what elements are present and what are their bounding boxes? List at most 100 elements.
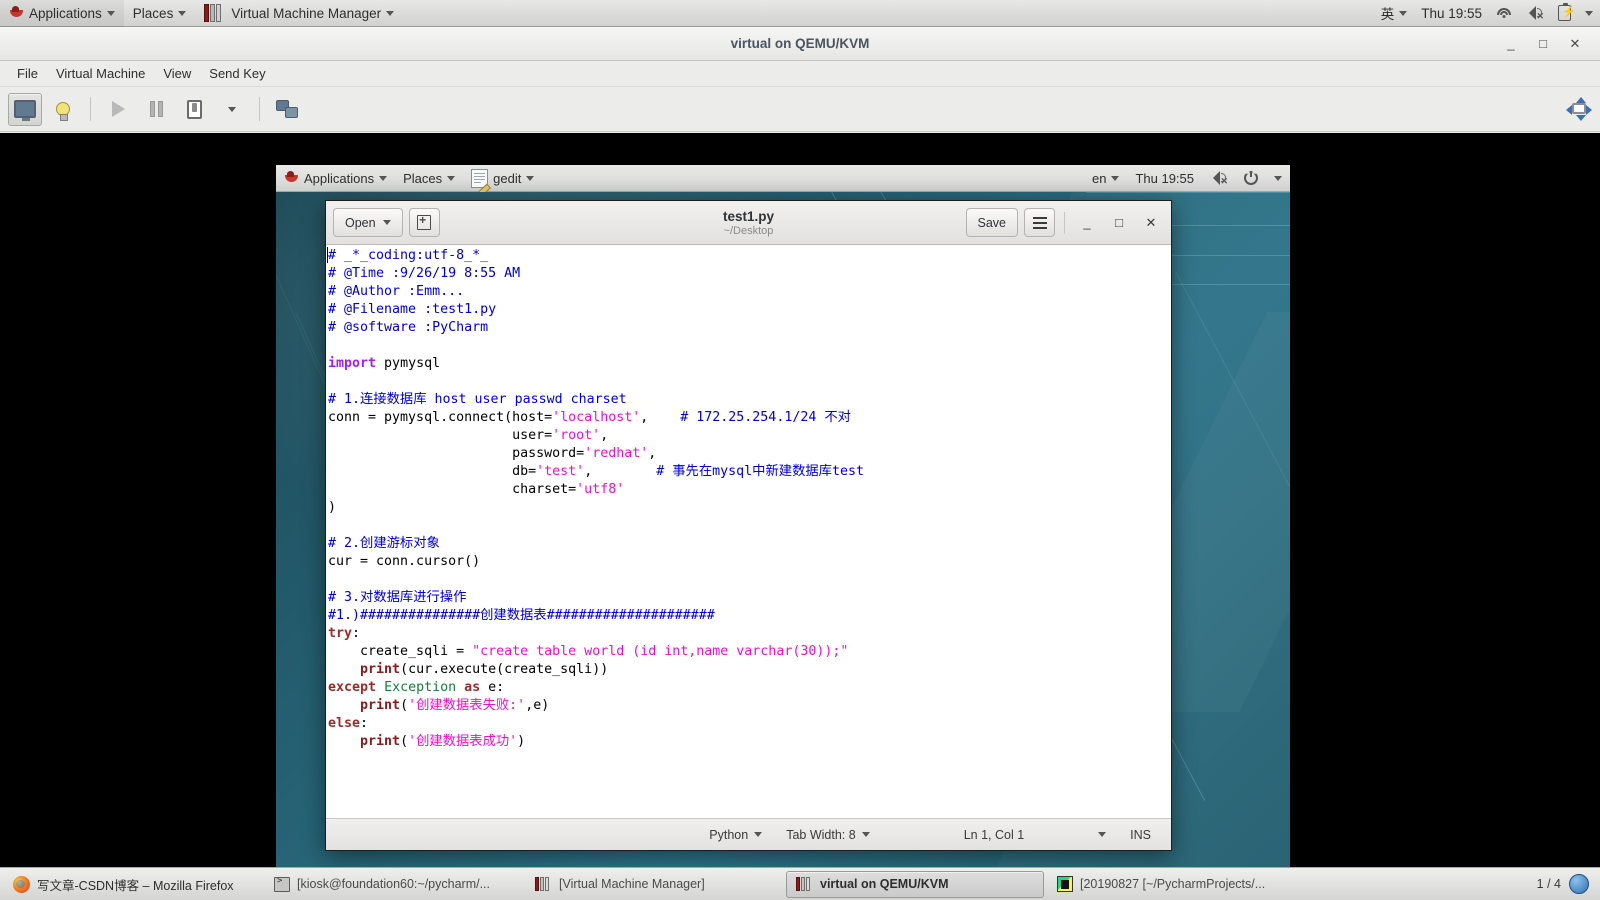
insert-mode-label: INS	[1130, 827, 1151, 842]
chevron-down-icon	[382, 220, 391, 225]
tab-width-selector[interactable]: Tab Width: 8	[774, 828, 881, 842]
host-clock[interactable]: Thu 19:55	[1414, 0, 1489, 27]
new-document-button[interactable]	[408, 208, 440, 237]
code-line: # @Time :9/26/19 8:55 AM	[328, 265, 1171, 283]
volume-indicator[interactable]: ✕	[1519, 0, 1551, 27]
workspace-indicator[interactable]: 1 / 4	[1537, 877, 1561, 891]
save-button[interactable]: Save	[965, 208, 1018, 237]
pause-button[interactable]	[139, 93, 173, 126]
taskbar-item-virtual-qemu-kvm[interactable]: virtual on QEMU/KVM	[786, 870, 1044, 898]
code-token: # 事先在mysql中新建数据库test	[656, 464, 864, 479]
code-token: # @Author :Emm...	[328, 284, 465, 299]
gedit-window: Open test1.py ~/Desktop	[325, 200, 1172, 851]
open-button-label: Open	[345, 215, 376, 230]
vmm-close-button[interactable]: ✕	[1560, 31, 1590, 57]
guest-places-menu[interactable]: Places	[395, 165, 463, 192]
tab-width-label: Tab Width: 8	[786, 827, 856, 842]
show-details-button[interactable]	[46, 93, 80, 126]
run-button[interactable]	[101, 93, 135, 126]
guest-display-area[interactable]: Applications Places gedit en Thu 19:55 ✕…	[0, 133, 1600, 897]
host-places-menu[interactable]: Places	[124, 0, 196, 27]
guest-active-app-menu[interactable]: gedit	[463, 165, 542, 192]
show-console-button[interactable]	[8, 92, 42, 126]
gedit-minimize-button[interactable]: _	[1074, 210, 1100, 236]
code-token: password=	[328, 446, 585, 461]
code-token: try	[328, 626, 353, 641]
code-line: print('创建数据表失败:',e)	[328, 697, 1171, 715]
code-token: import	[328, 356, 377, 371]
wifi-icon	[1496, 7, 1512, 20]
language-label: Python	[709, 827, 749, 842]
guest-volume-indicator[interactable]: ✕	[1202, 165, 1236, 192]
gedit-close-button[interactable]: ✕	[1138, 210, 1164, 236]
wifi-indicator[interactable]	[1489, 0, 1519, 27]
input-method-indicator[interactable]: 英	[1374, 0, 1415, 27]
guest-power-menu[interactable]	[1236, 165, 1266, 192]
fullscreen-button[interactable]	[1566, 97, 1592, 121]
guest-applications-menu[interactable]: Applications	[276, 165, 395, 192]
gedit-maximize-button[interactable]: □	[1106, 210, 1132, 236]
code-token: print	[360, 698, 401, 713]
menu-view[interactable]: View	[154, 63, 200, 84]
chevron-down-icon	[1585, 10, 1593, 16]
speaker-muted-icon: ✕	[1210, 171, 1228, 186]
code-token: ,	[600, 428, 609, 443]
power-switch-icon	[186, 99, 202, 119]
menu-file[interactable]: File	[8, 63, 47, 84]
taskbar-item-vmm[interactable]: [Virtual Machine Manager]	[525, 871, 783, 898]
redhat-icon	[9, 6, 24, 20]
gedit-text-area[interactable]: # _*_coding:utf-8_*_ # @Time :9/26/19 8:5…	[326, 245, 1171, 818]
system-menu-toggle[interactable]	[1578, 0, 1600, 27]
new-document-icon	[417, 213, 432, 230]
guest-system-menu-toggle[interactable]	[1266, 165, 1290, 192]
code-line: # 1.连接数据库 host user passwd charset	[328, 391, 1171, 409]
guest-clock[interactable]: Thu 19:55	[1127, 165, 1202, 192]
taskbar-item-terminal[interactable]: [kiosk@foundation60:~/pycharm/...	[264, 871, 522, 898]
save-button-label: Save	[977, 215, 1007, 230]
code-line: db='test', # 事先在mysql中新建数据库test	[328, 463, 1171, 481]
code-token: # 3.对数据库进行操作	[328, 590, 467, 605]
battery-indicator[interactable]: ⚡	[1551, 0, 1578, 27]
gedit-headerbar: Open test1.py ~/Desktop	[326, 201, 1171, 245]
shutdown-options-button[interactable]	[215, 93, 249, 126]
insert-mode-indicator: INS	[1118, 828, 1163, 842]
snapshots-button[interactable]	[270, 93, 304, 126]
pause-icon	[149, 101, 163, 117]
terminal-icon	[274, 876, 290, 892]
vmm-maximize-button[interactable]: □	[1528, 31, 1558, 57]
guest-keyboard-indicator[interactable]: en	[1084, 165, 1127, 192]
code-line: user='root',	[328, 427, 1171, 445]
language-selector[interactable]: Python	[697, 828, 774, 842]
code-token: )	[517, 734, 526, 749]
menu-send-key[interactable]: Send Key	[200, 63, 274, 84]
firefox-icon	[13, 875, 30, 893]
code-token: # 2.创建游标对象	[328, 536, 440, 551]
show-desktop-button[interactable]	[1569, 874, 1589, 894]
host-active-app-menu[interactable]: Virtual Machine Manager	[195, 0, 403, 27]
taskbar-item-firefox[interactable]: 写文章-CSDN博客 – Mozilla Firefox	[3, 871, 261, 898]
chevron-down-icon	[106, 10, 115, 16]
code-token: # @Time :9/26/19 8:55 AM	[328, 266, 521, 281]
chevron-down-icon	[861, 832, 870, 837]
speaker-muted-icon: ✕	[1526, 6, 1544, 21]
open-button[interactable]: Open	[333, 208, 403, 237]
chevron-down-icon	[386, 10, 395, 16]
code-token: ,	[584, 464, 657, 479]
menu-virtual-machine[interactable]: Virtual Machine	[47, 63, 154, 84]
vmm-minimize-button[interactable]: _	[1496, 31, 1526, 57]
shutdown-button[interactable]	[177, 93, 211, 126]
source-code-view[interactable]: # _*_coding:utf-8_*_ # @Time :9/26/19 8:5…	[328, 247, 1171, 751]
taskbar-item-pycharm[interactable]: [20190827 [~/PycharmProjects/...	[1047, 871, 1305, 898]
code-line: conn = pymysql.connect(host='localhost',…	[328, 409, 1171, 427]
host-applications-menu[interactable]: Applications	[0, 0, 124, 27]
chevron-down-icon	[447, 175, 456, 181]
code-line: charset='utf8'	[328, 481, 1171, 499]
statusbar-options-button[interactable]	[1086, 832, 1118, 837]
host-active-app-label: Virtual Machine Manager	[231, 5, 382, 21]
gedit-menu-button[interactable]	[1024, 208, 1055, 237]
code-token: print	[360, 734, 401, 749]
